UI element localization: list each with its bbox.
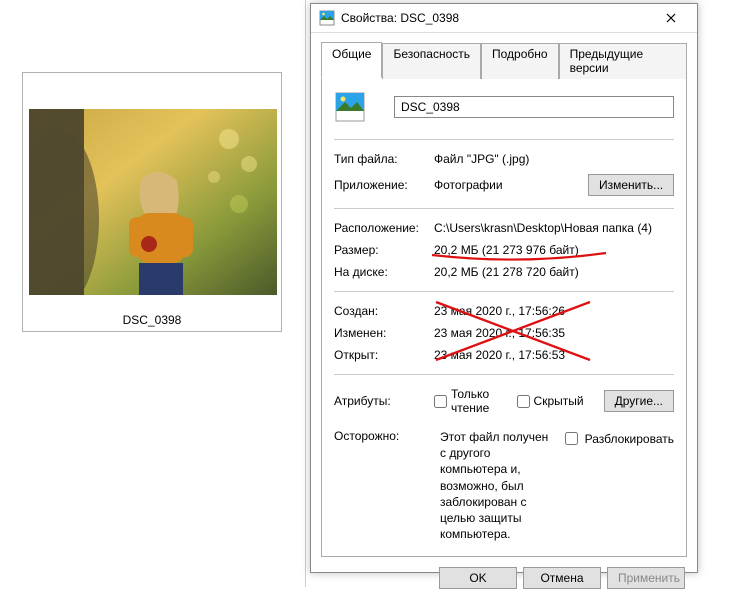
filetype-value: Файл "JPG" (.jpg) — [434, 152, 674, 166]
divider — [334, 139, 674, 140]
hidden-checkbox[interactable] — [517, 395, 530, 408]
created-value: 23 мая 2020 г., 17:56:26 — [434, 304, 674, 318]
filename-input[interactable] — [394, 96, 674, 118]
accessed-value: 23 мая 2020 г., 17:56:53 — [434, 348, 674, 362]
modified-label: Изменен: — [334, 326, 434, 340]
ondisk-value: 20,2 МБ (21 278 720 байт) — [434, 265, 674, 279]
file-icon — [334, 91, 366, 123]
window-title: Свойства: DSC_0398 — [341, 11, 651, 25]
explorer-panel: DSC_0398 — [0, 0, 306, 587]
hidden-text: Скрытый — [534, 394, 584, 408]
tab-general[interactable]: Общие — [321, 42, 382, 78]
size-value-text: 20,2 МБ (21 273 976 байт) — [434, 243, 579, 257]
cancel-button[interactable]: Отмена — [523, 567, 601, 589]
file-thumbnail[interactable]: DSC_0398 — [22, 72, 282, 332]
unblock-text: Разблокировать — [585, 432, 674, 446]
hidden-checkbox-label[interactable]: Скрытый — [517, 394, 584, 408]
attributes-label: Атрибуты: — [334, 394, 434, 408]
size-label: Размер: — [334, 243, 434, 257]
close-button[interactable] — [651, 4, 691, 32]
caution-label: Осторожно: — [334, 429, 434, 443]
ondisk-label: На диске: — [334, 265, 434, 279]
unblock-checkbox-label[interactable]: Разблокировать — [561, 429, 674, 448]
location-value: C:\Users\krasn\Desktop\Новая папка (4) — [434, 221, 674, 235]
app-label: Приложение: — [334, 178, 434, 192]
tab-details[interactable]: Подробно — [481, 43, 559, 79]
tab-content-general: Тип файла: Файл "JPG" (.jpg) Приложение:… — [321, 77, 687, 557]
caution-text: Этот файл получен с другого компьютера и… — [440, 429, 555, 542]
filetype-label: Тип файла: — [334, 152, 434, 166]
readonly-checkbox[interactable] — [434, 395, 447, 408]
location-label: Расположение: — [334, 221, 434, 235]
close-icon — [666, 13, 676, 23]
apply-button[interactable]: Применить — [607, 567, 685, 589]
dialog-footer: OK Отмена Применить — [311, 557, 697, 599]
unblock-checkbox[interactable] — [565, 432, 578, 445]
readonly-checkbox-label[interactable]: Только чтение — [434, 387, 497, 415]
size-value: 20,2 МБ (21 273 976 байт) — [434, 243, 674, 257]
thumbnail-image — [29, 109, 277, 295]
change-app-button[interactable]: Изменить... — [588, 174, 674, 196]
photo-placeholder-icon — [29, 109, 277, 295]
divider — [334, 208, 674, 209]
titlebar[interactable]: Свойства: DSC_0398 — [311, 4, 697, 33]
other-attributes-button[interactable]: Другие... — [604, 390, 674, 412]
modified-value: 23 мая 2020 г., 17:56:35 — [434, 326, 674, 340]
tab-security[interactable]: Безопасность — [382, 43, 481, 79]
tabstrip: Общие Безопасность Подробно Предыдущие в… — [321, 41, 687, 77]
divider — [334, 291, 674, 292]
ok-button[interactable]: OK — [439, 567, 517, 589]
properties-dialog: Свойства: DSC_0398 Общие Безопасность По… — [310, 3, 698, 573]
divider — [334, 374, 674, 375]
app-value: Фотографии — [434, 178, 588, 192]
window-icon — [319, 10, 335, 26]
accessed-label: Открыт: — [334, 348, 434, 362]
thumbnail-caption: DSC_0398 — [29, 313, 275, 327]
tab-previous-versions[interactable]: Предыдущие версии — [559, 43, 687, 79]
readonly-text: Только чтение — [451, 387, 497, 415]
created-label: Создан: — [334, 304, 434, 318]
